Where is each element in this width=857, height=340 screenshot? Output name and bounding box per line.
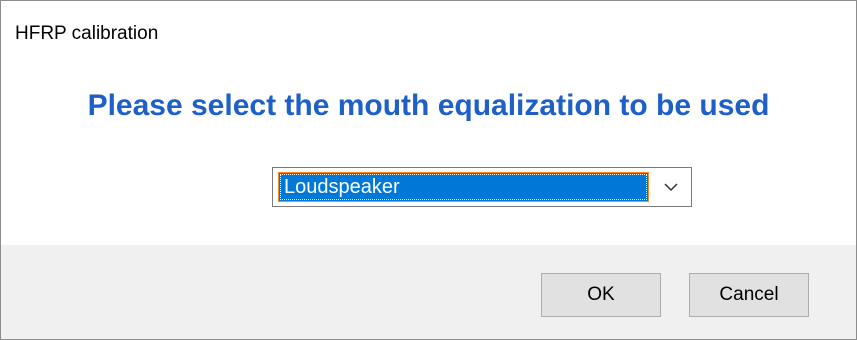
- window-title: HFRP calibration: [15, 23, 159, 44]
- dialog-content: Please select the mouth equalization to …: [1, 63, 856, 245]
- title-bar[interactable]: HFRP calibration: [1, 1, 856, 63]
- calibration-dialog: HFRP calibration Please select the mouth…: [0, 0, 857, 340]
- selected-option-label: Loudspeaker: [284, 176, 400, 198]
- equalization-select[interactable]: Loudspeaker: [272, 167, 692, 207]
- dropdown-toggle[interactable]: [651, 168, 691, 206]
- chevron-down-icon: [664, 183, 678, 192]
- selected-option-highlight[interactable]: Loudspeaker: [278, 172, 649, 202]
- cancel-button[interactable]: Cancel: [689, 273, 809, 317]
- ok-button[interactable]: OK: [541, 273, 661, 317]
- button-bar: OK Cancel: [1, 245, 856, 339]
- prompt-heading: Please select the mouth equalization to …: [87, 89, 770, 122]
